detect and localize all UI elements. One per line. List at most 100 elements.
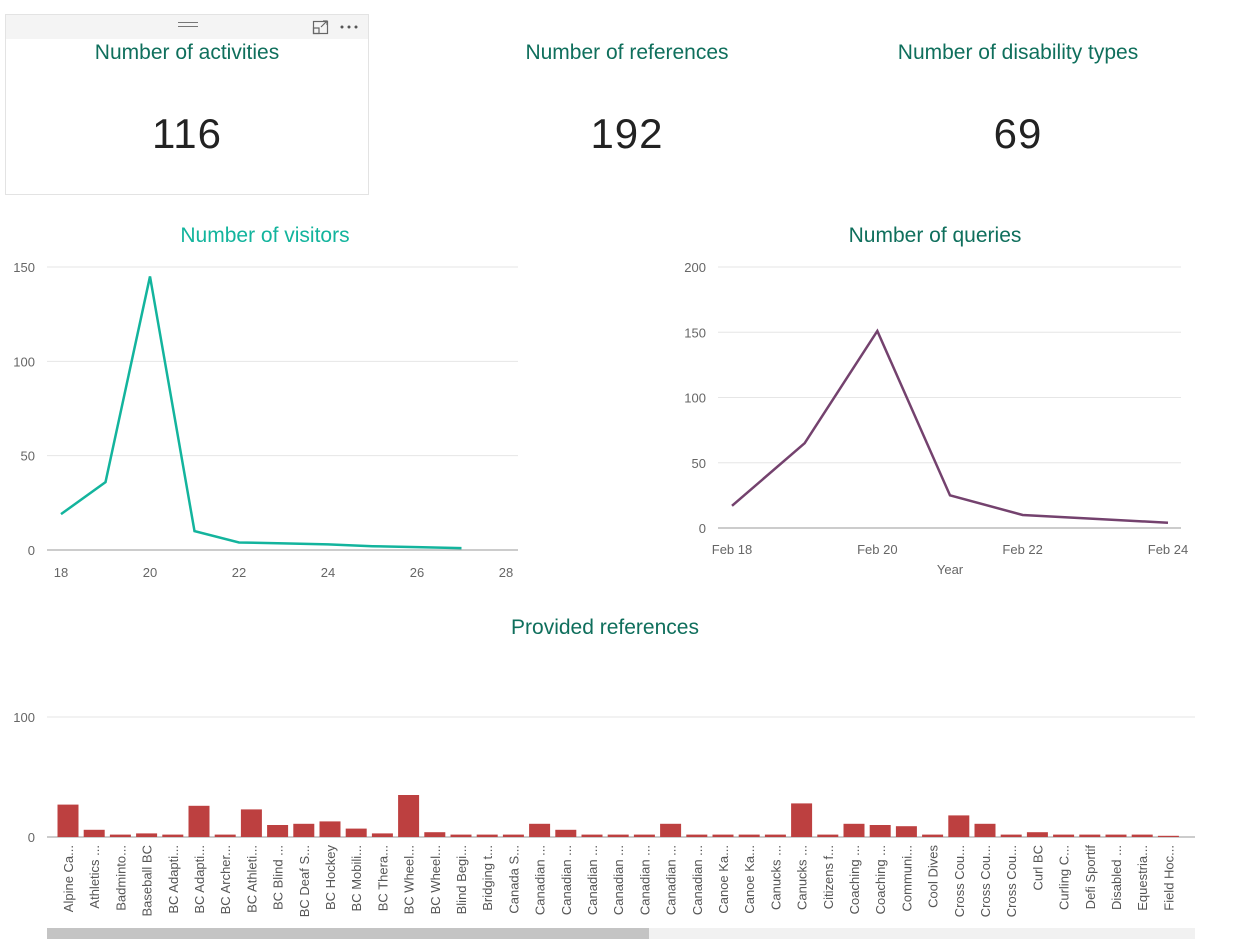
category-label: BC Blind ... <box>271 845 286 910</box>
category-label: Canadian ... <box>664 845 679 915</box>
visitors-line-chart[interactable]: 0 50 100 150 18 20 22 24 26 28 <box>0 250 540 590</box>
category-label: Disabled ... <box>1109 845 1124 910</box>
more-options-icon[interactable] <box>338 18 360 36</box>
bar <box>843 823 865 837</box>
category-label: Canoe Ka... <box>716 845 731 914</box>
bar <box>1157 835 1179 837</box>
category-label: Canadian ... <box>690 845 705 915</box>
category-label: BC Athleti... <box>244 845 259 913</box>
references-bar-chart[interactable]: 0 100 Alpine Ca... Athletics ... Badminto...… <box>0 700 1235 925</box>
bar <box>214 834 236 837</box>
category-label: Coaching ... <box>847 845 862 914</box>
category-label: Cross Cou... <box>952 845 967 917</box>
category-label: Alpine Ca... <box>61 845 76 912</box>
category-label: Badminto... <box>113 845 128 911</box>
category-label: Citizens f... <box>821 845 836 909</box>
category-label: Canada S... <box>506 845 521 914</box>
x-axis-label: Year <box>937 562 964 577</box>
drag-handle-icon[interactable] <box>178 22 198 32</box>
category-label: Equestria... <box>1135 845 1150 911</box>
category-label: Blind Begi... <box>454 845 469 914</box>
bar <box>476 834 498 837</box>
y-tick-label: 100 <box>13 354 35 369</box>
kpi-title-references: Number of references <box>525 41 729 64</box>
category-label: Cross Cou... <box>978 845 993 917</box>
kpi-title-activities: Number of activities <box>94 41 280 64</box>
x-tick-label: 20 <box>143 565 157 580</box>
category-label: Canoe Ka... <box>742 845 757 914</box>
y-tick-label: 50 <box>692 456 706 471</box>
bar <box>1026 832 1048 837</box>
y-tick-label: 200 <box>684 260 706 275</box>
category-label: Canadian ... <box>533 845 548 915</box>
x-tick-label: Feb 20 <box>857 542 897 557</box>
bar <box>371 833 393 837</box>
y-tick-label: 150 <box>13 260 35 275</box>
bar <box>240 809 262 837</box>
focus-mode-icon[interactable] <box>312 18 330 36</box>
bar <box>869 825 891 837</box>
x-tick-label: 22 <box>232 565 246 580</box>
category-label: Canadian ... <box>611 845 626 915</box>
x-tick-label: 24 <box>321 565 335 580</box>
bar <box>450 834 472 837</box>
bar <box>136 833 158 837</box>
x-tick-label: 26 <box>410 565 424 580</box>
bar <box>922 834 944 837</box>
category-label: Canucks ... <box>795 845 810 910</box>
category-label: BC Adapti... <box>192 845 207 914</box>
bar <box>319 821 341 837</box>
category-label: Canadian ... <box>585 845 600 915</box>
category-label: Cool Dives <box>926 845 941 908</box>
category-label: Communi... <box>899 845 914 911</box>
bar <box>345 828 367 837</box>
kpi-value-disability-types: 69 <box>993 110 1043 157</box>
category-label: BC Adapti... <box>166 845 181 914</box>
y-tick-label: 0 <box>28 543 35 558</box>
bar <box>502 834 524 837</box>
bar <box>948 815 970 837</box>
y-tick-label: 0 <box>28 830 35 845</box>
category-label: Coaching ... <box>873 845 888 914</box>
category-label: Curling C... <box>1057 845 1072 910</box>
category-label: Canadian ... <box>559 845 574 915</box>
bar <box>267 825 289 837</box>
queries-line-chart[interactable]: 0 50 100 150 200 Feb 18 Feb 20 Feb 22 Feb 24 Year <box>660 250 1220 590</box>
y-tick-label: 150 <box>684 325 706 340</box>
bar <box>1000 834 1022 837</box>
queries-series-line <box>731 328 1169 525</box>
x-tick-label: Feb 18 <box>712 542 752 557</box>
y-tick-label: 0 <box>699 521 706 536</box>
bar <box>57 804 79 837</box>
category-label: Cross Cou... <box>1004 845 1019 917</box>
bar <box>660 823 682 837</box>
bar <box>817 834 839 837</box>
category-label: Curl BC <box>1030 845 1045 891</box>
references-chart-title: Provided references <box>511 616 699 639</box>
bar <box>529 823 551 837</box>
kpi-value-activities: 116 <box>152 110 222 157</box>
bar <box>633 834 655 837</box>
bar <box>712 834 734 837</box>
category-label: Canadian ... <box>637 845 652 915</box>
queries-chart-title: Number of queries <box>848 224 1022 247</box>
bar <box>607 834 629 837</box>
bar <box>1131 834 1153 837</box>
horizontal-scrollbar-thumb[interactable] <box>47 928 649 939</box>
category-label: Bridging t... <box>480 845 495 911</box>
x-tick-label: 18 <box>54 565 68 580</box>
category-label: BC Hockey <box>323 845 338 911</box>
bar <box>1053 834 1075 837</box>
visitors-chart-title: Number of visitors <box>180 224 350 247</box>
bar <box>764 834 786 837</box>
y-tick-label: 100 <box>684 391 706 406</box>
bar <box>293 823 315 837</box>
y-tick-label: 50 <box>21 449 35 464</box>
x-tick-label: 28 <box>499 565 513 580</box>
x-tick-label: Feb 24 <box>1148 542 1188 557</box>
y-tick-label: 100 <box>13 710 35 725</box>
category-label: Canucks ... <box>768 845 783 910</box>
bar <box>109 834 131 837</box>
bar <box>686 834 708 837</box>
category-label: BC Wheel... <box>428 845 443 914</box>
